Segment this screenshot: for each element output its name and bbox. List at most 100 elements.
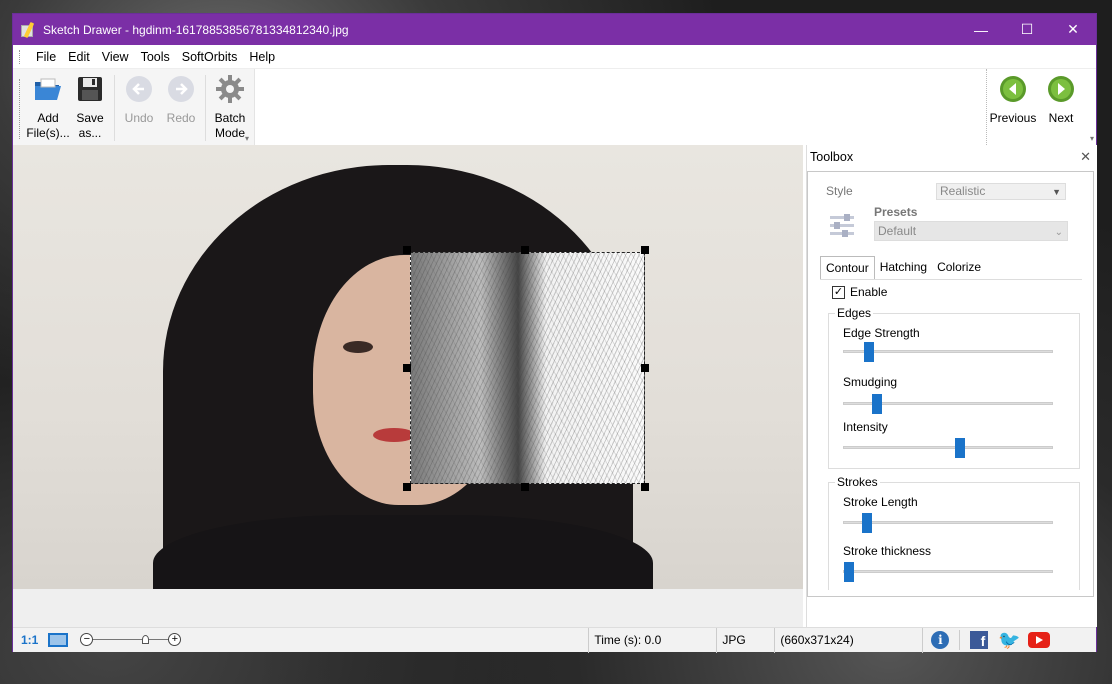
- menu-grip[interactable]: [19, 49, 22, 64]
- resize-handle[interactable]: [641, 246, 649, 254]
- smudging-label: Smudging: [843, 375, 898, 389]
- open-folder-icon: [32, 73, 64, 105]
- presets-select[interactable]: Default ⌄: [874, 221, 1068, 241]
- intensity-label: Intensity: [843, 420, 888, 434]
- chevron-down-icon: ▼: [1052, 187, 1061, 197]
- resize-handle[interactable]: [641, 364, 649, 372]
- stroke-thickness-slider[interactable]: [843, 562, 1053, 582]
- add-files-button[interactable]: Add File(s)...: [26, 73, 70, 141]
- toolbar-overflow-icon[interactable]: ▾: [245, 134, 249, 143]
- toolbar-grip[interactable]: [19, 79, 23, 139]
- title-bar: Sketch Drawer - hgdinm-16178853856781334…: [13, 14, 1096, 45]
- dimensions-text: (660x371x24): [780, 633, 854, 647]
- resize-handle[interactable]: [641, 483, 649, 491]
- time-text: Time (s): 0.0: [594, 633, 662, 647]
- fit-to-window-icon[interactable]: [48, 633, 69, 647]
- batch-mode-label-1: Batch: [214, 111, 246, 125]
- social-links: i f 🐦: [922, 627, 1051, 653]
- edge-strength-label: Edge Strength: [843, 326, 920, 340]
- toolbar-separator: [205, 75, 206, 141]
- floppy-disk-icon: [74, 73, 106, 105]
- next-label: Next: [1048, 111, 1074, 125]
- enable-row[interactable]: ✓ Enable: [832, 285, 887, 299]
- format-cell: JPG: [716, 627, 774, 653]
- menu-edit[interactable]: Edit: [62, 50, 96, 64]
- stroke-length-slider[interactable]: [843, 513, 1053, 533]
- toolbox-panel: Toolbox ✕ Style Realistic ▼ Presets Defa…: [806, 145, 1097, 627]
- slider-thumb[interactable]: [862, 513, 872, 533]
- dimensions-cell: (660x371x24): [774, 627, 922, 653]
- stroke-length-label: Stroke Length: [843, 495, 918, 509]
- style-label: Style: [826, 184, 853, 198]
- slider-thumb[interactable]: [864, 342, 874, 362]
- tab-contour[interactable]: Contour: [820, 256, 875, 280]
- tab-hatching[interactable]: Hatching: [875, 256, 932, 280]
- enable-checkbox[interactable]: ✓: [832, 285, 845, 299]
- redo-button[interactable]: Redo: [160, 73, 202, 126]
- menu-file[interactable]: File: [30, 50, 62, 64]
- menu-help[interactable]: Help: [243, 50, 281, 64]
- resize-handle[interactable]: [521, 483, 529, 491]
- presets-select-value: Default: [878, 224, 917, 238]
- menu-view[interactable]: View: [96, 50, 135, 64]
- slider-thumb[interactable]: [872, 394, 882, 414]
- style-select[interactable]: Realistic ▼: [936, 183, 1066, 200]
- strokes-group: Strokes Stroke Length Stroke thickness: [828, 475, 1080, 590]
- redo-label: Redo: [166, 111, 196, 125]
- sketch-preview-region[interactable]: [410, 252, 645, 484]
- next-button[interactable]: Next: [1037, 73, 1085, 126]
- save-as-button[interactable]: Save as...: [69, 73, 111, 141]
- toolbar-separator: [114, 75, 115, 141]
- toolbar-overflow-icon[interactable]: ▾: [1090, 134, 1094, 143]
- resize-handle[interactable]: [403, 483, 411, 491]
- slider-thumb[interactable]: [955, 438, 965, 458]
- batch-mode-label-2: Mode: [214, 126, 246, 140]
- toolbar: Add File(s)... Save as... Undo Redo Batc…: [13, 69, 1096, 145]
- menu-softorbits[interactable]: SoftOrbits: [176, 50, 244, 64]
- resize-handle[interactable]: [403, 246, 411, 254]
- image-canvas[interactable]: [13, 145, 803, 627]
- edges-legend: Edges: [835, 306, 874, 320]
- zoom-out-icon[interactable]: −: [80, 633, 94, 646]
- previous-label: Previous: [989, 111, 1037, 125]
- close-icon[interactable]: ✕: [1080, 149, 1091, 165]
- menu-tools[interactable]: Tools: [135, 50, 176, 64]
- window-title: Sketch Drawer - hgdinm-16178853856781334…: [43, 22, 349, 37]
- edge-strength-slider[interactable]: [843, 342, 1053, 362]
- edges-group: Edges Edge Strength Smudging Intensity: [828, 306, 1080, 469]
- batch-mode-button[interactable]: Batch Mode: [209, 73, 251, 141]
- strokes-legend: Strokes: [835, 475, 880, 489]
- actual-size-button[interactable]: 1:1: [21, 633, 38, 647]
- previous-button[interactable]: Previous: [989, 73, 1037, 126]
- close-button[interactable]: ✕: [1050, 14, 1096, 45]
- zoom-in-icon[interactable]: +: [168, 633, 182, 646]
- slider-thumb[interactable]: [844, 562, 854, 582]
- resize-handle[interactable]: [403, 364, 411, 372]
- facebook-icon[interactable]: f: [970, 631, 989, 649]
- twitter-icon[interactable]: 🐦: [998, 631, 1020, 649]
- toolbox-content: Style Realistic ▼ Presets Default ⌄ Cont…: [807, 171, 1094, 597]
- minimize-button[interactable]: —: [958, 14, 1004, 45]
- undo-button[interactable]: Undo: [118, 73, 160, 126]
- maximize-button[interactable]: ☐: [1004, 14, 1050, 45]
- photo-lips: [373, 428, 415, 442]
- zoom-slider[interactable]: − +: [80, 632, 182, 648]
- time-cell: Time (s): 0.0: [588, 627, 716, 653]
- zoom-slider-thumb[interactable]: [142, 635, 150, 644]
- save-as-label-2: as...: [78, 126, 102, 140]
- format-text: JPG: [722, 633, 746, 647]
- save-as-label-1: Save: [76, 111, 104, 125]
- toolbar-nav-group: Previous Next ▾: [986, 69, 1096, 145]
- resize-handle[interactable]: [521, 246, 529, 254]
- youtube-icon[interactable]: [1028, 632, 1051, 648]
- toolbox-tabs: Contour Hatching Colorize: [820, 256, 1060, 280]
- style-select-value: Realistic: [940, 184, 986, 198]
- intensity-slider[interactable]: [843, 438, 1053, 458]
- info-icon[interactable]: i: [931, 631, 950, 649]
- toolbar-main-group: Add File(s)... Save as... Undo Redo Batc…: [13, 69, 255, 145]
- app-window: Sketch Drawer - hgdinm-16178853856781334…: [12, 13, 1097, 653]
- enable-label: Enable: [850, 285, 888, 299]
- smudging-slider[interactable]: [843, 394, 1053, 414]
- tab-colorize[interactable]: Colorize: [932, 256, 986, 280]
- gear-icon: [214, 73, 246, 105]
